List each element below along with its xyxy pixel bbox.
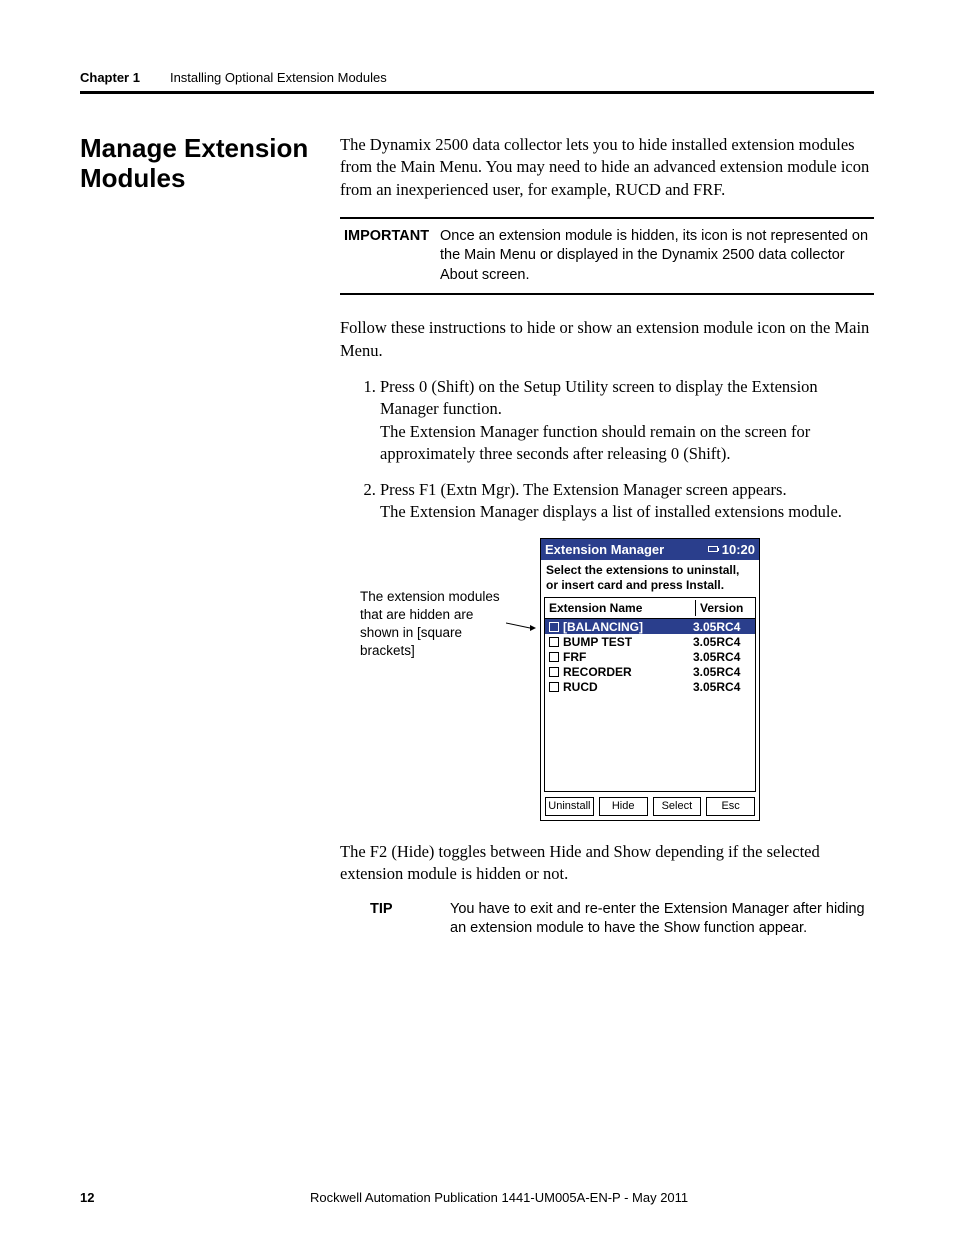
device-title: Extension Manager (545, 541, 664, 559)
step-2: Press F1 (Extn Mgr). The Extension Manag… (380, 479, 874, 524)
device-instruction: Select the extensions to uninstall, or i… (541, 560, 759, 597)
page-number: 12 (80, 1190, 310, 1205)
figure-caption: The extension modules that are hidden ar… (360, 588, 510, 661)
ext-name: FRF (563, 649, 693, 665)
checkbox-icon (549, 637, 559, 647)
tip-body: You have to exit and re-enter the Extens… (450, 900, 874, 939)
arrow-icon (506, 618, 536, 632)
chapter-title: Installing Optional Extension Modules (170, 70, 387, 85)
extension-list: Extension Name Version [BALANCING] 3.05R… (544, 597, 756, 792)
ext-name: [BALANCING] (563, 619, 693, 635)
list-item[interactable]: RUCD 3.05RC4 (545, 679, 755, 694)
checkbox-icon (549, 682, 559, 692)
chapter-number: Chapter 1 (80, 70, 140, 85)
tip-callout: TIP You have to exit and re-enter the Ex… (370, 900, 874, 939)
header-name: Extension Name (549, 600, 695, 616)
checkbox-icon (549, 652, 559, 662)
section-heading: Manage Extension Modules (80, 134, 320, 194)
after-figure-paragraph: The F2 (Hide) toggles between Hide and S… (340, 841, 874, 886)
device-clock: 10:20 (722, 541, 755, 559)
battery-icon (708, 546, 718, 552)
running-header: Chapter 1 Installing Optional Extension … (80, 70, 874, 85)
step-1: Press 0 (Shift) on the Setup Utility scr… (380, 376, 874, 465)
important-body: Once an extension module is hidden, its … (440, 227, 874, 286)
important-label: IMPORTANT (340, 227, 440, 286)
page-footer: 12 Rockwell Automation Publication 1441-… (80, 1190, 874, 1205)
intro-paragraph: The Dynamix 2500 data collector lets you… (340, 134, 874, 201)
list-item[interactable]: [BALANCING] 3.05RC4 (545, 619, 755, 634)
figure: The extension modules that are hidden ar… (340, 538, 874, 821)
checkbox-icon (549, 667, 559, 677)
step-1-text: Press 0 (Shift) on the Setup Utility scr… (380, 377, 818, 418)
list-header: Extension Name Version (545, 598, 755, 619)
hide-button[interactable]: Hide (599, 797, 648, 816)
step-2-text: Press F1 (Extn Mgr). The Extension Manag… (380, 480, 787, 499)
step-1-note: The Extension Manager function should re… (380, 421, 874, 466)
select-button[interactable]: Select (653, 797, 702, 816)
ext-version: 3.05RC4 (693, 649, 751, 665)
esc-button[interactable]: Esc (706, 797, 755, 816)
device-buttons: Uninstall Hide Select Esc (541, 792, 759, 820)
ext-name: RECORDER (563, 664, 693, 680)
list-item[interactable]: RECORDER 3.05RC4 (545, 664, 755, 679)
follow-paragraph: Follow these instructions to hide or sho… (340, 317, 874, 362)
list-item[interactable]: FRF 3.05RC4 (545, 649, 755, 664)
header-version: Version (695, 600, 755, 616)
tip-label: TIP (370, 900, 450, 939)
ext-version: 3.05RC4 (693, 619, 751, 635)
ext-name: BUMP TEST (563, 634, 693, 650)
checkbox-icon (549, 622, 559, 632)
ext-version: 3.05RC4 (693, 664, 751, 680)
ext-version: 3.05RC4 (693, 634, 751, 650)
important-callout: IMPORTANT Once an extension module is hi… (340, 217, 874, 296)
uninstall-button[interactable]: Uninstall (545, 797, 594, 816)
ext-version: 3.05RC4 (693, 679, 751, 695)
step-2-note: The Extension Manager displays a list of… (380, 501, 874, 523)
publication-id: Rockwell Automation Publication 1441-UM0… (310, 1190, 688, 1205)
ext-name: RUCD (563, 679, 693, 695)
list-item[interactable]: BUMP TEST 3.05RC4 (545, 634, 755, 649)
header-rule (80, 91, 874, 94)
device-screenshot: Extension Manager 10:20 Select the exten… (540, 538, 760, 821)
device-titlebar: Extension Manager 10:20 (541, 539, 759, 561)
